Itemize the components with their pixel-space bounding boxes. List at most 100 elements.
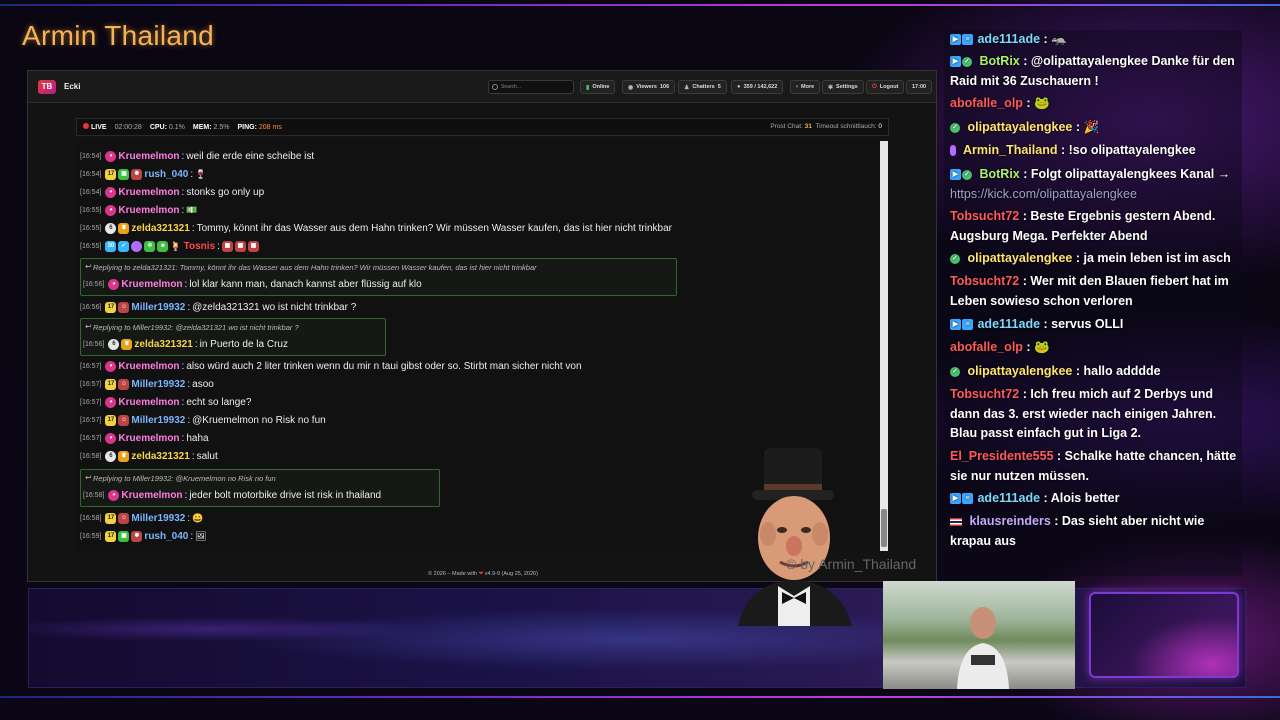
verified-check-icon: ✓	[950, 366, 960, 377]
username[interactable]: zelda321321	[134, 339, 192, 350]
overlay-message: !so olipattayalengkee	[1068, 143, 1196, 157]
app-logo[interactable]: TB	[38, 79, 56, 94]
online-button[interactable]: ▮ Online	[580, 80, 616, 94]
overlay-message: servus OLLI	[1051, 317, 1124, 331]
overlay-username: Tobsucht72	[950, 209, 1020, 223]
timeout-label: Timeout schnittlauch:	[815, 123, 877, 130]
username[interactable]: rush_040	[144, 531, 188, 542]
stream-chat-overlay: ▶ ≡ ade111ade : 🦡 ▶ ✓ BotRix : @olipattaya…	[944, 30, 1242, 576]
level-badge-icon: 6	[105, 223, 117, 234]
timestamp: [16:57]	[80, 399, 102, 406]
mascot-illustration	[738, 448, 852, 626]
username[interactable]: Kruemelmon	[118, 361, 179, 372]
overlay-chat-line: abofalle_olp : 🐸	[950, 340, 1050, 354]
username[interactable]: Kruemelmon	[118, 187, 179, 198]
overlay-chat-line: ▶ ≡ ade111ade : 🦡	[950, 30, 1238, 50]
username[interactable]: Kruemelmon	[118, 151, 179, 162]
reply-context[interactable]: Replying to zelda321321: Tommy, könnt ih…	[93, 263, 537, 272]
chat-message: [16:55] 6 ♛ zelda321321: Tommy, könnt ih…	[80, 223, 672, 234]
overlay-username: El_Presidente555	[950, 449, 1054, 463]
timestamp: [16:58]	[80, 515, 102, 522]
subscriber-badge-icon: ◕	[108, 279, 120, 290]
timestamp: [16:58]	[80, 453, 102, 460]
username[interactable]: Kruemelmon	[118, 397, 179, 408]
chat-scrollbar-thumb[interactable]	[881, 509, 887, 547]
overlay-username: ade111ade	[977, 491, 1041, 505]
flag-badge-icon	[950, 517, 962, 526]
username[interactable]: Kruemelmon	[118, 205, 179, 216]
clock-time: 17:00	[912, 84, 927, 90]
mic-badge-icon	[131, 241, 143, 252]
timeout-value: 0	[878, 123, 882, 130]
overlay-message: Alois better	[1050, 491, 1120, 505]
overlay-chat-line: Armin_Thailand : !so olipattayalengkee	[950, 141, 1238, 161]
username[interactable]: zelda321321	[131, 223, 189, 234]
moderator-badge-icon: ☺	[118, 415, 130, 426]
level-badge-icon: 6	[108, 339, 120, 350]
stream-title: Armin Thailand	[22, 20, 214, 51]
username[interactable]: Miller19932	[131, 302, 185, 313]
reply-context[interactable]: Replying to Miller19932: @zelda321321 wo…	[93, 323, 299, 332]
viewers-button[interactable]: ◉ Viewers 106	[622, 80, 676, 94]
overlay-chat-line: abofalle_olp : 🐸	[950, 96, 1050, 110]
clock: 17:00	[906, 80, 933, 94]
username[interactable]: Miller19932	[131, 379, 185, 390]
message-text: also würd auch 2 liter trinken wenn du m…	[186, 361, 582, 372]
reply-context[interactable]: Replying to Miller19932: @Kruemelmon no …	[93, 474, 276, 483]
chat-message: [16:56] 17 ☺ Miller19932: @zelda321321 w…	[80, 302, 357, 313]
level-badge-icon: 6	[105, 451, 117, 462]
messages-button[interactable]: ● 359 / 142,622	[731, 80, 784, 94]
overlay-chat-line: ▶ ✓ BotRix : @olipattayalengkee Danke für…	[950, 54, 1235, 88]
overlay-message: ja mein leben ist im asch	[1083, 251, 1231, 265]
chat-scrollbar[interactable]	[880, 141, 888, 551]
username[interactable]: Kruemelmon	[118, 433, 179, 444]
chat-message: [16:56] 6 ♛ zelda321321: in Puerto de la…	[83, 339, 288, 350]
overlay-username: olipattayalengkee	[967, 364, 1073, 378]
verified-check-icon: ✓	[950, 122, 960, 133]
overlay-link[interactable]: https://kick.com/olipattayalengkee	[950, 187, 1137, 201]
timestamp: [16:54]	[80, 189, 102, 196]
username[interactable]: Kruemelmon	[121, 279, 182, 290]
footer-version: v4.9-9 (Aug 25, 2026)	[484, 571, 538, 577]
overlay-chat-line: Tobsucht72 : Ich freu mich auf 2 Derbys …	[950, 387, 1217, 440]
timestamp: [16:55]	[80, 225, 102, 232]
month-badge-icon: 17	[105, 379, 117, 390]
overlay-chat-line: ▶ ✓ BotRix : Folgt olipattayalengkees Kan…	[950, 167, 1231, 201]
message-text: lol klar kann man, danach kannst aber fl…	[189, 279, 422, 290]
username[interactable]: Kruemelmon	[121, 490, 182, 501]
crown-badge-icon: ♛	[121, 339, 133, 350]
chat-message: [16:54] ◕ Kruemelmon: stonks go only up	[80, 187, 265, 198]
search-input[interactable]: Search...	[488, 80, 574, 94]
emote-icon: 🍷	[195, 169, 207, 179]
mic-badge-icon	[950, 145, 956, 157]
status-right: Prost Chat: 31 Timeout schnittlauch: 0	[770, 123, 882, 130]
viewers-label: Viewers	[636, 84, 657, 90]
search-placeholder: Search...	[501, 84, 522, 90]
reply-block: ↩ Replying to Miller19932: @Kruemelmon n…	[80, 469, 440, 507]
username[interactable]: Miller19932	[131, 513, 185, 524]
overlay-username: Armin_Thailand	[963, 143, 1058, 157]
uptime: 02:00:28	[114, 123, 142, 131]
message-text: @Kruemelmon no Risk no fun	[192, 415, 326, 426]
overlay-username: olipattayalengkee	[967, 120, 1073, 134]
username[interactable]: Miller19932	[131, 415, 185, 426]
moderator-badge-icon: ☺	[118, 379, 130, 390]
overlay-username: BotRix	[979, 54, 1020, 68]
chatters-button[interactable]: ♟ Chatters 5	[678, 80, 727, 94]
logout-button[interactable]: ⏻ Logout	[866, 80, 905, 94]
username[interactable]: zelda321321	[131, 451, 189, 462]
overlay-top-line	[0, 4, 1280, 6]
username[interactable]: Tosnis	[184, 241, 215, 252]
emote-icon: 🦡	[1051, 32, 1067, 46]
settings-button[interactable]: ✱ Settings	[822, 80, 864, 94]
chevron-left-icon: ‹	[796, 84, 798, 90]
username[interactable]: rush_040	[144, 169, 188, 180]
prost-value: 31	[804, 123, 812, 130]
star-badge-icon: ✹	[131, 169, 143, 180]
more-button[interactable]: ‹ More	[790, 80, 821, 94]
moderator-badge-icon: ☺	[118, 513, 130, 524]
chat-message: [16:58] 17 ☺ Miller19932: 😀	[80, 513, 204, 524]
timestamp: [16:56]	[80, 304, 102, 311]
chatters-count: 5	[717, 84, 721, 90]
chat-message: [16:57] ◕ Kruemelmon: also würd auch 2 l…	[80, 361, 582, 372]
